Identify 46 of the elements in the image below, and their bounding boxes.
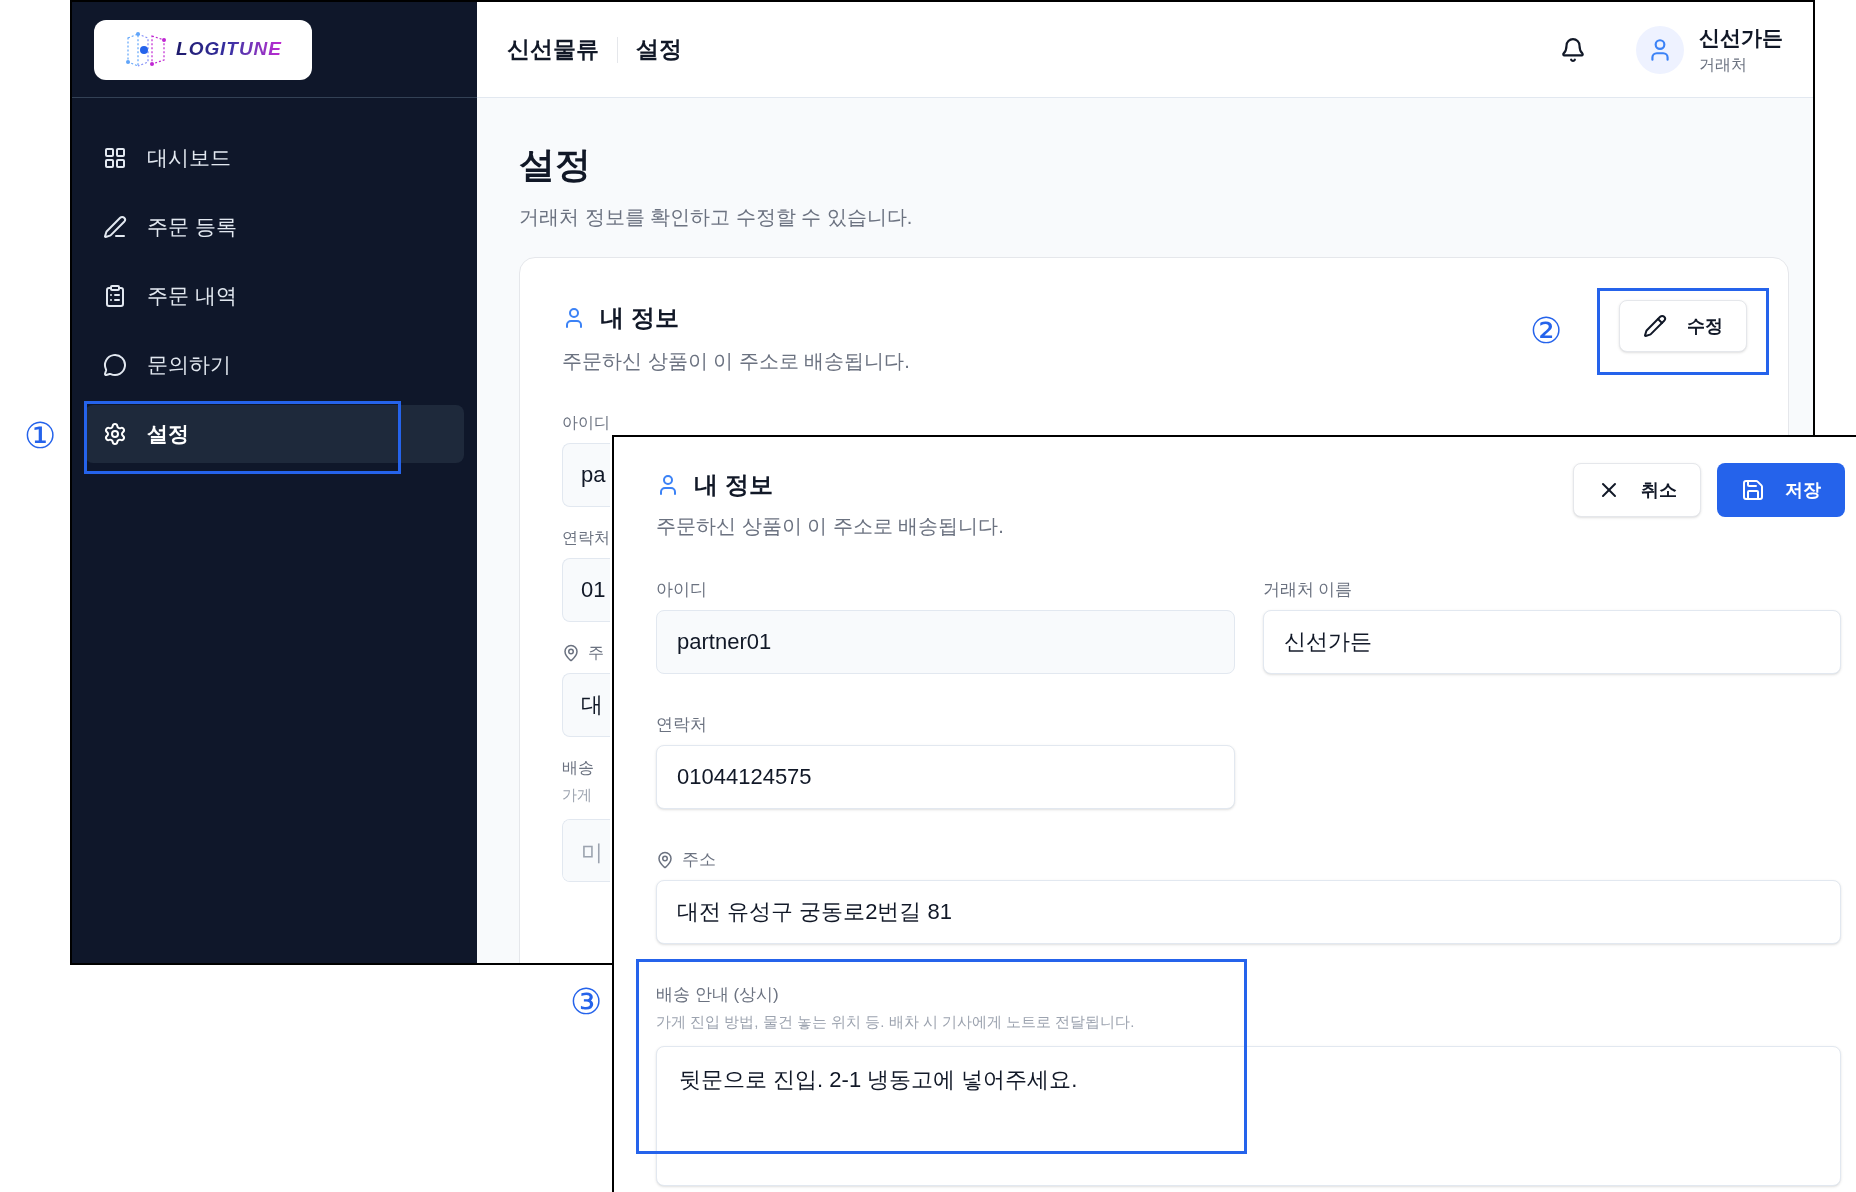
page-subtitle: 거래처 정보를 확인하고 수정할 수 있습니다. bbox=[519, 205, 914, 230]
pin-icon bbox=[656, 851, 674, 869]
nav-icon bbox=[103, 215, 127, 239]
field-hint: 가게 bbox=[562, 785, 593, 805]
note-field[interactable]: 뒷문으로 진입. 2-1 냉동고에 넣어주세요. bbox=[656, 1045, 1841, 1186]
breadcrumb-item: 설정 bbox=[636, 35, 682, 65]
sidebar-item[interactable]: 문의하기 bbox=[85, 336, 464, 394]
cancel-button[interactable]: 취소 bbox=[1573, 463, 1701, 517]
page-title: 설정 bbox=[519, 143, 592, 187]
sidebar-item[interactable]: 주문 내역 bbox=[85, 267, 464, 325]
nav-icon bbox=[103, 284, 127, 308]
sidebar-item[interactable]: 설정 bbox=[85, 405, 464, 463]
save-icon bbox=[1741, 478, 1765, 502]
user-role: 거래처 bbox=[1699, 55, 1748, 76]
card-title: 내 정보 bbox=[600, 303, 679, 333]
sidebar-item[interactable]: 대시보드 bbox=[85, 129, 464, 187]
nav-icon bbox=[103, 353, 127, 377]
callout-number: ① bbox=[24, 418, 57, 454]
field-label: 연락처 bbox=[656, 714, 707, 737]
field-label: 주소 bbox=[682, 849, 716, 872]
field-label: 연락처 bbox=[562, 528, 610, 548]
input-field[interactable]: 대전 유성구 궁동로2번길 81 bbox=[656, 880, 1841, 944]
field-label: 주 bbox=[588, 643, 604, 663]
field-label: 거래처 이름 bbox=[1262, 579, 1353, 602]
save-button[interactable]: 저장 bbox=[1717, 463, 1845, 517]
notification-icon[interactable] bbox=[1560, 36, 1586, 63]
breadcrumb-item: 신선물류 bbox=[507, 35, 599, 65]
panel-title: 내 정보 bbox=[694, 470, 773, 500]
pencil-icon bbox=[1643, 314, 1667, 338]
input-field[interactable]: 신선가든 bbox=[1262, 610, 1841, 674]
field-label: 배송 bbox=[562, 758, 594, 778]
card-subtitle: 주문하신 상품이 이 주소로 배송됩니다. bbox=[562, 349, 910, 374]
field-label: 아이디 bbox=[562, 413, 610, 433]
edit-button[interactable]: 수정 bbox=[1619, 300, 1747, 352]
nav-icon bbox=[103, 146, 127, 170]
nav-icon bbox=[103, 422, 127, 446]
field-label: 배송 안내 (상시) bbox=[656, 984, 779, 1007]
user-name: 신선가든 bbox=[1699, 24, 1783, 51]
field-label: 아이디 bbox=[656, 579, 707, 602]
callout-number: ② bbox=[1530, 313, 1563, 349]
callout-number: ③ bbox=[570, 984, 603, 1020]
pin-icon bbox=[562, 644, 580, 662]
panel-subtitle: 주문하신 상품이 이 주소로 배송됩니다. bbox=[656, 514, 1004, 539]
field-hint: 가게 진입 방법, 물건 놓는 위치 등. 배차 시 기사에게 노트로 전달됩니다. bbox=[656, 1012, 1136, 1032]
sidebar-item[interactable]: 주문 등록 bbox=[85, 198, 464, 256]
input-field[interactable]: 01044124575 bbox=[656, 745, 1235, 809]
